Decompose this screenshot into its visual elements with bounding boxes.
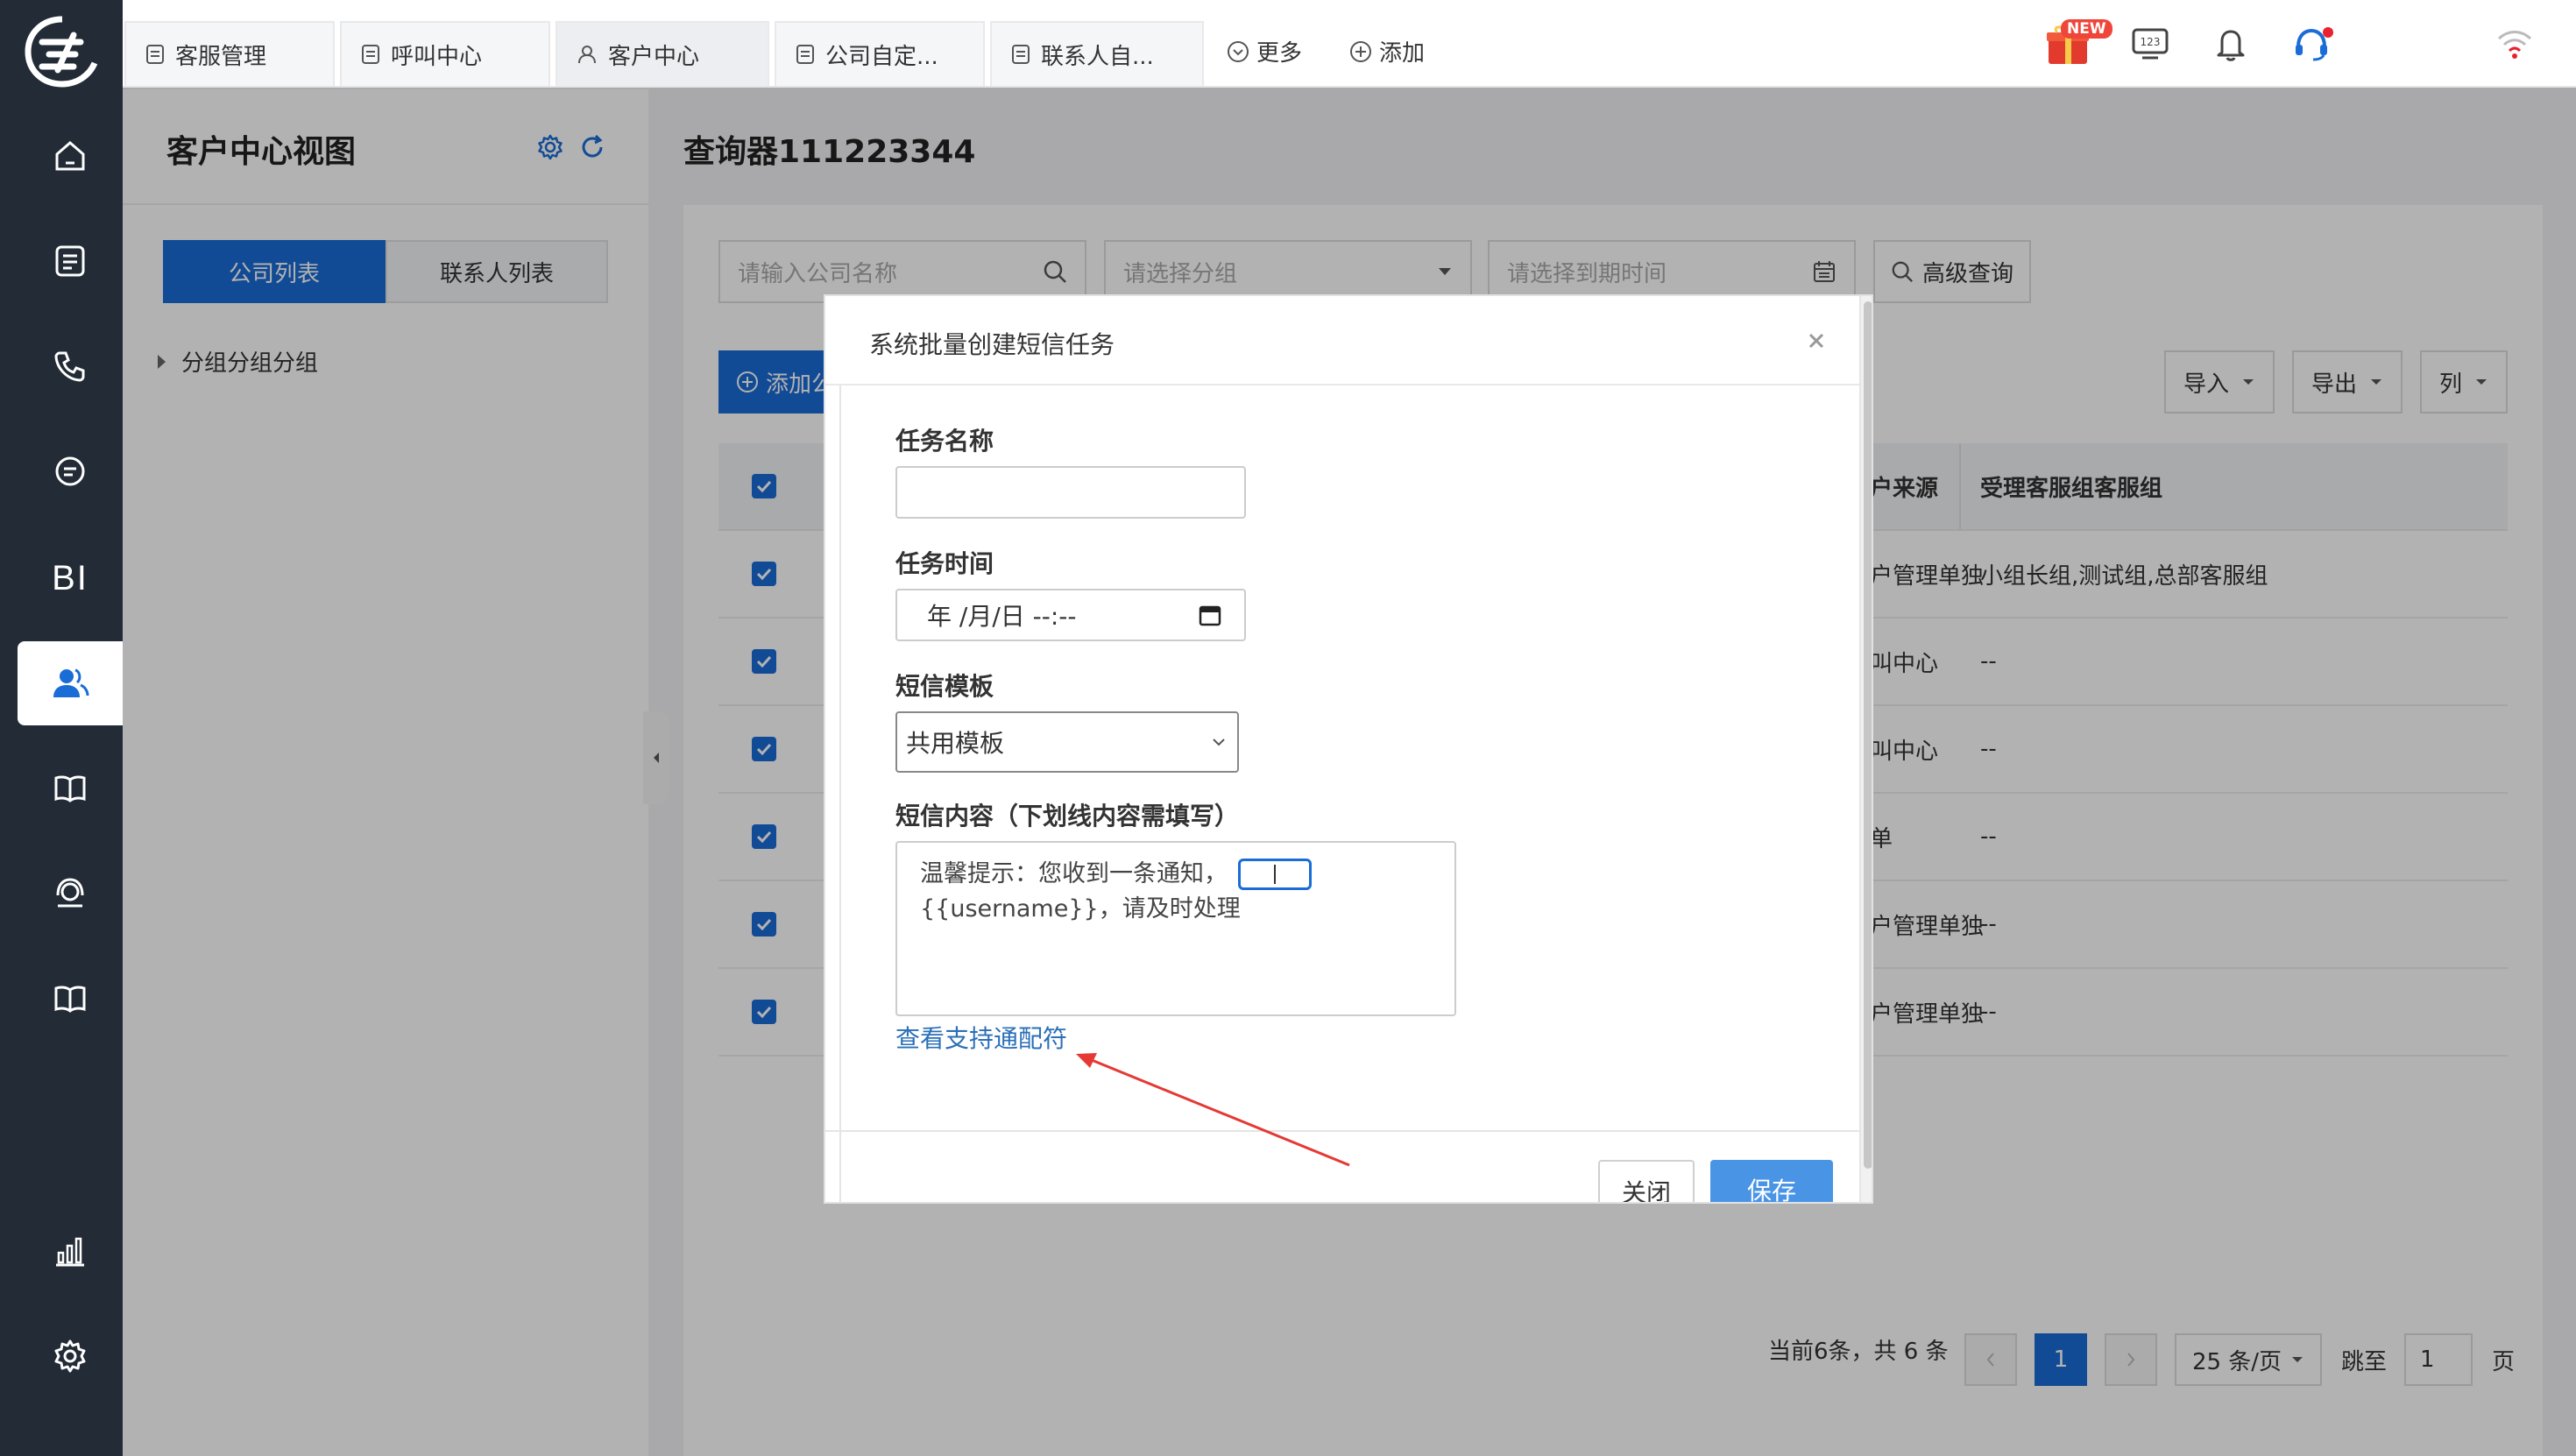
view-wildcards-link[interactable]: 查看支持通配符 (895, 1020, 1067, 1055)
document-icon (362, 45, 379, 64)
wifi-icon (2497, 31, 2532, 59)
sms-task-dialog: 系统批量创建短信任务 任务名称 任务时间 年 /月/日 --:-- 短信模板 共… (824, 294, 1873, 1204)
nav-settings[interactable] (18, 1314, 123, 1398)
more-label: 更多 (1256, 40, 1303, 67)
network-status (2492, 21, 2537, 67)
document-icon (1012, 45, 1030, 64)
chat-icon (55, 456, 85, 486)
sms-template-label: 短信模板 (895, 672, 994, 701)
gift-button[interactable]: NEW (2024, 19, 2112, 67)
nav-tickets[interactable] (18, 219, 123, 303)
dialog-inner-border (839, 385, 841, 1202)
tab-label: 呼叫中心 (391, 43, 483, 70)
add-tab-button[interactable]: 添加 (1349, 35, 1425, 67)
dialog-footer-divider (825, 1130, 1859, 1132)
nav-home[interactable] (18, 114, 123, 198)
tab-customer-center[interactable]: 客户中心 (556, 21, 769, 86)
content-line2: {{username}}，请及时处理 (920, 895, 1241, 922)
task-time-label: 任务时间 (895, 549, 994, 578)
left-nav: BI (0, 0, 123, 1456)
nav-call-center[interactable] (18, 324, 123, 408)
nav-chat[interactable] (18, 429, 123, 513)
document-icon (796, 45, 814, 64)
dialog-title: 系统批量创建短信任务 (869, 330, 1115, 359)
bell-icon (2217, 30, 2245, 61)
text-cursor (1274, 865, 1276, 884)
nav-docs[interactable] (18, 957, 123, 1041)
home-icon (55, 141, 85, 171)
document-icon (55, 245, 85, 277)
chevron-down-icon (1213, 739, 1225, 746)
bar-chart-icon (56, 1237, 84, 1267)
bi-label: BI (52, 558, 88, 597)
new-badge: NEW (2061, 19, 2112, 39)
task-name-input[interactable] (895, 466, 1246, 519)
close-button[interactable]: 关闭 (1598, 1160, 1695, 1202)
task-time-value: 年 /月/日 --:-- (927, 602, 1077, 631)
tab-label: 联系人自... (1041, 43, 1154, 70)
template-value: 共用模板 (906, 729, 1005, 758)
sms-content-label: 短信内容（下划线内容需填写） (895, 802, 1240, 830)
headset-icon (56, 878, 84, 908)
content-line1: 温馨提示：您收到一条通知， (920, 860, 1228, 887)
sms-content-editor[interactable]: 温馨提示：您收到一条通知， {{username}}，请及时处理 (895, 841, 1456, 1016)
save-button[interactable]: 保存 (1710, 1160, 1833, 1202)
nav-agent[interactable] (18, 852, 123, 936)
open-book-icon (54, 986, 86, 1013)
document-icon (146, 45, 164, 64)
keypad-label: 123 (2141, 36, 2161, 48)
gear-icon (54, 1339, 86, 1373)
tab-label: 客服管理 (175, 43, 267, 70)
top-bar: 客服管理 呼叫中心 客户中心 公司自定... 联系人自... 更多 添加 NEW… (123, 0, 2576, 88)
tab-service-management[interactable]: 客服管理 (124, 21, 335, 86)
sms-template-select[interactable]: 共用模板 (895, 711, 1239, 773)
nav-knowledge[interactable] (18, 746, 123, 830)
dialpad-button[interactable]: 123 (2127, 21, 2173, 67)
fill-in-blank-field[interactable] (1238, 859, 1312, 890)
agent-status-button[interactable] (2290, 21, 2336, 67)
user-icon (578, 46, 596, 64)
tab-label: 公司自定... (825, 43, 938, 70)
keypad-icon: 123 (2132, 28, 2169, 60)
app-logo-icon (25, 16, 98, 88)
task-name-label: 任务名称 (895, 427, 994, 456)
scrollbar-thumb[interactable] (1864, 301, 1872, 1169)
tab-company-custom[interactable]: 公司自定... (775, 21, 985, 86)
calendar-icon (1199, 605, 1221, 626)
task-time-input[interactable]: 年 /月/日 --:-- (895, 589, 1246, 641)
notifications-button[interactable] (2208, 21, 2254, 67)
chevron-circle-icon (1228, 40, 1249, 62)
more-tabs-button[interactable]: 更多 (1227, 35, 1302, 67)
add-label: 添加 (1379, 40, 1426, 67)
headset-icon (2296, 27, 2333, 61)
dialog-header: 系统批量创建短信任务 (825, 296, 1859, 385)
plus-circle-icon (1350, 40, 1371, 62)
tab-label: 客户中心 (608, 43, 700, 70)
nav-customer-center[interactable] (18, 641, 123, 725)
dialog-scrollbar[interactable] (1859, 296, 1872, 1202)
tab-contact-custom[interactable]: 联系人自... (990, 21, 1204, 86)
phone-icon (54, 351, 85, 382)
users-icon (53, 668, 89, 697)
book-icon (54, 775, 86, 802)
content-line: 温馨提示：您收到一条通知， (920, 857, 1312, 892)
nav-bi[interactable]: BI (18, 536, 123, 620)
tab-call-center[interactable]: 呼叫中心 (340, 21, 550, 86)
close-icon[interactable] (1803, 328, 1829, 354)
nav-reports[interactable] (18, 1209, 123, 1293)
